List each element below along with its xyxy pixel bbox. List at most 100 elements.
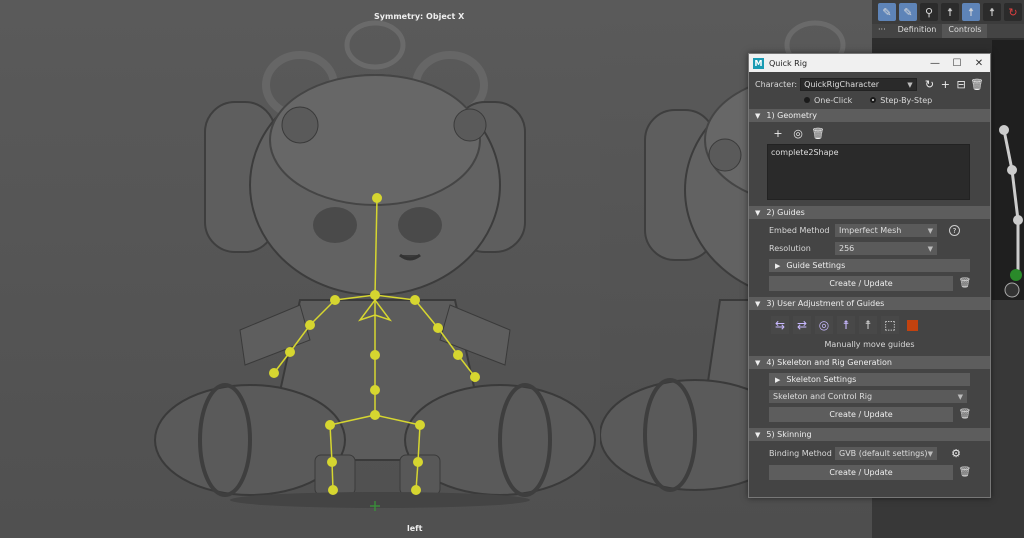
select-geometry-icon[interactable]: ◎ [791, 126, 805, 140]
refresh-icon[interactable]: ↻ [923, 77, 937, 91]
redo-icon[interactable]: ↻ [1004, 3, 1022, 21]
section-title: 3) User Adjustment of Guides [766, 299, 885, 308]
skeleton-option-dropdown[interactable]: Skeleton and Control Rig ▼ [769, 390, 967, 403]
skeleton-option-value: Skeleton and Control Rig [773, 392, 873, 401]
manual-hint: Manually move guides [824, 340, 915, 349]
guides-button-row: Create / Update 🗑 [749, 276, 990, 291]
add-geometry-icon[interactable]: + [771, 126, 785, 140]
window-title: Quick Rig [769, 58, 808, 68]
maya-logo-icon: M [753, 57, 764, 69]
add-icon[interactable]: + [938, 77, 952, 91]
binding-method-label: Binding Method [769, 449, 832, 458]
binding-method-row: Binding Method GVB (default settings) ▼ … [749, 446, 990, 461]
resolution-dropdown[interactable]: 256 ▼ [835, 242, 937, 255]
remove-guide-icon[interactable]: ☨ [859, 316, 877, 334]
figure-icon[interactable]: ☨ [983, 3, 1001, 21]
radio-one-click[interactable]: One-Click [804, 96, 852, 105]
subsection-title: Guide Settings [786, 261, 846, 270]
remove-geometry-icon[interactable]: 🗑 [811, 126, 825, 140]
symmetry-label: Symmetry: Object X [374, 12, 465, 21]
collapse-triangle-icon: ▼ [755, 299, 761, 308]
close-button[interactable]: ✕ [968, 58, 990, 69]
chevron-down-icon: ▼ [927, 245, 933, 253]
help-icon[interactable]: ? [949, 225, 960, 236]
radio-label: Step-By-Step [880, 95, 933, 105]
delete-skeleton-icon[interactable]: 🗑 [958, 409, 972, 420]
guide-settings-header[interactable]: ▶ Guide Settings [769, 259, 970, 272]
mirror-left-icon[interactable]: ⇆ [771, 316, 789, 334]
embed-method-row: Embed Method Imperfect Mesh ▼ ? [749, 223, 990, 238]
character-label: Character: [755, 79, 798, 89]
guide-adjust-toolbar: ⇆ ⇄ ◎ ☨ ☨ ⬚ [749, 315, 990, 335]
collapse-triangle-icon: ▼ [755, 430, 761, 439]
expand-triangle-icon: ▶ [775, 375, 781, 384]
delete-skinning-icon[interactable]: 🗑 [958, 467, 972, 478]
chevron-down-icon: ▼ [927, 227, 933, 235]
section-skinning-header[interactable]: ▼ 5) Skinning [749, 428, 990, 441]
geometry-list[interactable]: complete2Shape [767, 144, 970, 200]
collapse-triangle-icon: ▼ [755, 111, 761, 120]
skeleton-settings-header[interactable]: ▶ Skeleton Settings [769, 373, 970, 386]
character-dropdown[interactable]: QuickRigCharacter ▼ [800, 77, 917, 91]
tab-controls[interactable]: Controls [942, 24, 988, 38]
collapse-triangle-icon: ▼ [755, 358, 761, 367]
resolution-row: Resolution 256 ▼ [749, 241, 990, 256]
side-tabs: ··· Definition Controls [872, 24, 1024, 38]
title-bar[interactable]: M Quick Rig — ☐ ✕ [749, 54, 990, 72]
radio-step-by-step[interactable]: Step-By-Step [870, 96, 932, 105]
embed-method-dropdown[interactable]: Imperfect Mesh ▼ [835, 224, 937, 237]
chevron-down-icon: ▼ [907, 80, 913, 89]
mirror-right-icon[interactable]: ⇄ [793, 316, 811, 334]
skeleton-icon[interactable]: ⚲ [920, 3, 938, 21]
section-title: 2) Guides [766, 208, 805, 217]
character-value: QuickRigCharacter [804, 79, 880, 89]
binding-method-dropdown[interactable]: GVB (default settings) ▼ [835, 447, 937, 460]
paint-brush-icon[interactable]: ✎ [878, 3, 896, 21]
radio-label: One-Click [814, 95, 853, 105]
chevron-down-icon: ▼ [927, 450, 933, 458]
list-item[interactable]: complete2Shape [771, 148, 966, 157]
tab-more[interactable]: ··· [872, 24, 892, 38]
gear-icon[interactable]: ⚙ [949, 447, 963, 461]
delete-icon[interactable]: 🗑 [970, 77, 984, 91]
viewport-left[interactable]: Symmetry: Object X left [0, 0, 600, 538]
guide-color-swatch[interactable] [907, 319, 918, 331]
minimize-button[interactable]: — [924, 58, 946, 69]
duplicate-icon[interactable]: ⊟ [954, 77, 968, 91]
section-title: 4) Skeleton and Rig Generation [766, 358, 892, 367]
paint-brush-icon[interactable]: ✎ [899, 3, 917, 21]
character-toolbar: ✎ ✎ ⚲ ☨ ☨ ☨ ↻ [872, 0, 1024, 24]
mode-radio-group: One-Click Step-By-Step [749, 93, 990, 107]
embed-method-label: Embed Method [769, 226, 830, 235]
toggle-guides-icon[interactable]: ⬚ [881, 316, 899, 334]
binding-method-value: GVB (default settings) [839, 449, 928, 458]
resolution-label: Resolution [769, 244, 811, 253]
figure-icon[interactable]: ☨ [941, 3, 959, 21]
resolution-value: 256 [839, 244, 855, 253]
embed-method-value: Imperfect Mesh [839, 226, 902, 235]
character-model[interactable] [0, 0, 600, 538]
expand-triangle-icon: ▶ [775, 261, 781, 270]
radio-dot-selected [870, 97, 877, 103]
skeleton-create-update-button[interactable]: Create / Update [769, 407, 953, 422]
character-row: Character: QuickRigCharacter ▼ ↻ + ⊟ 🗑 [749, 75, 990, 93]
guides-create-update-button[interactable]: Create / Update [769, 276, 953, 291]
section-adjust-header[interactable]: ▼ 3) User Adjustment of Guides [749, 297, 990, 310]
subsection-title: Skeleton Settings [786, 375, 857, 384]
delete-guides-icon[interactable]: 🗑 [958, 278, 972, 289]
collapse-triangle-icon: ▼ [755, 208, 761, 217]
section-geometry-header[interactable]: ▼ 1) Geometry [749, 109, 990, 122]
character-map-view[interactable] [992, 40, 1024, 300]
tab-definition[interactable]: Definition [892, 24, 943, 38]
view-label: left [407, 524, 423, 533]
skeleton-button-row: Create / Update 🗑 [749, 407, 990, 422]
quick-rig-dialog: M Quick Rig — ☐ ✕ Character: QuickRigCha… [748, 53, 991, 498]
section-guides-header[interactable]: ▼ 2) Guides [749, 206, 990, 219]
geometry-toolbar: + ◎ 🗑 [749, 126, 990, 140]
figure-icon[interactable]: ☨ [962, 3, 980, 21]
maximize-button[interactable]: ☐ [946, 58, 968, 69]
select-guides-icon[interactable]: ◎ [815, 316, 833, 334]
section-skeleton-header[interactable]: ▼ 4) Skeleton and Rig Generation [749, 356, 990, 369]
skinning-create-update-button[interactable]: Create / Update [769, 465, 953, 480]
add-guide-icon[interactable]: ☨ [837, 316, 855, 334]
